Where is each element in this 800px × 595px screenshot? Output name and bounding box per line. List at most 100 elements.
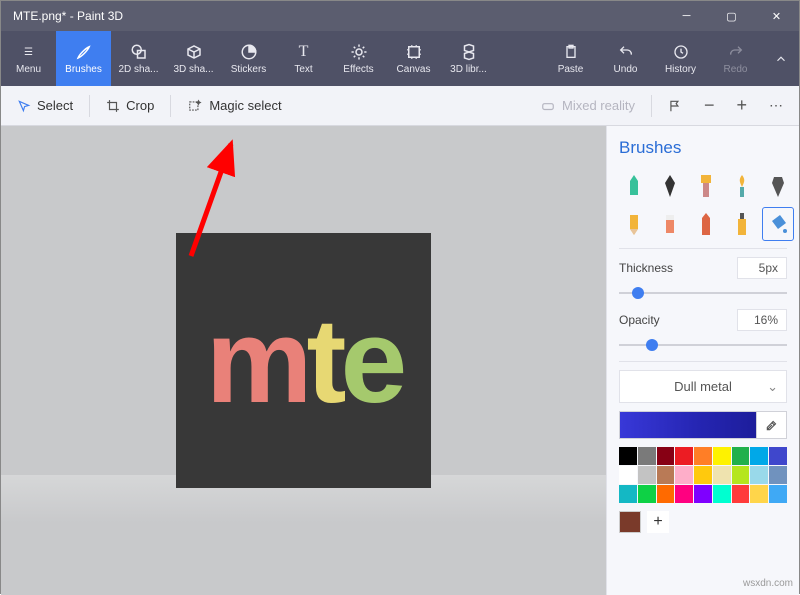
text-icon: T <box>294 42 314 62</box>
magic-select-tool[interactable]: Magic select <box>179 94 289 117</box>
flag-tool[interactable] <box>660 95 690 117</box>
color-swatch[interactable] <box>619 485 637 503</box>
watermark: wsxdn.com <box>743 578 793 589</box>
ribbon-paste[interactable]: Paste <box>543 31 598 86</box>
canvas-floor <box>1 475 606 595</box>
chevron-down-icon: ⌄ <box>767 379 778 395</box>
thickness-value[interactable]: 5px <box>737 257 787 279</box>
color-swatch[interactable] <box>619 447 637 465</box>
ribbon-2d-shapes[interactable]: 2D sha... <box>111 31 166 86</box>
toolbar: Select Crop Magic select Mixed reality −… <box>1 86 799 126</box>
color-swatch[interactable] <box>619 466 637 484</box>
crop-tool[interactable]: Crop <box>98 94 162 117</box>
eyedropper-button[interactable] <box>756 412 786 438</box>
thickness-row: Thickness 5px <box>619 257 787 279</box>
mixed-reality-tool: Mixed reality <box>532 94 643 117</box>
ribbon-effects[interactable]: Effects <box>331 31 386 86</box>
opacity-value[interactable]: 16% <box>737 309 787 331</box>
brush-pixel[interactable] <box>763 170 793 202</box>
color-swatch[interactable] <box>769 485 787 503</box>
zoom-out[interactable]: − <box>696 91 723 120</box>
artboard[interactable]: mte <box>176 233 431 488</box>
color-swatch[interactable] <box>675 447 693 465</box>
paste-icon <box>561 42 581 62</box>
color-swatch[interactable] <box>732 466 750 484</box>
canvas-viewport[interactable]: mte <box>1 126 606 595</box>
opacity-row: Opacity 16% <box>619 309 787 331</box>
color-swatch[interactable] <box>657 485 675 503</box>
color-swatch[interactable] <box>638 485 656 503</box>
title-bar: MTE.png* - Paint 3D ─ ▢ ✕ <box>1 1 799 31</box>
ribbon-undo[interactable]: Undo <box>598 31 653 86</box>
stickers-icon <box>239 42 259 62</box>
close-button[interactable]: ✕ <box>754 1 799 31</box>
brush-icon <box>74 42 94 62</box>
color-gradient[interactable] <box>619 411 787 439</box>
material-dropdown[interactable]: Dull metal⌄ <box>619 370 787 403</box>
select-tool[interactable]: Select <box>9 94 81 117</box>
color-swatch[interactable] <box>713 447 731 465</box>
ribbon-text[interactable]: TText <box>276 31 331 86</box>
panel-title: Brushes <box>619 138 787 158</box>
color-swatch[interactable] <box>657 466 675 484</box>
hamburger-icon: ☰ <box>19 42 39 62</box>
ribbon-3d-shapes[interactable]: 3D sha... <box>166 31 221 86</box>
color-swatch[interactable] <box>657 447 675 465</box>
brush-pencil[interactable] <box>619 208 649 240</box>
brush-crayon[interactable] <box>691 208 721 240</box>
ribbon-3d-library[interactable]: 3D libr... <box>441 31 496 86</box>
color-swatch[interactable] <box>732 447 750 465</box>
ribbon-history[interactable]: History <box>653 31 708 86</box>
more-menu[interactable]: ⋯ <box>761 93 791 118</box>
opacity-slider[interactable] <box>619 337 787 353</box>
thickness-slider[interactable] <box>619 285 787 301</box>
ribbon-redo: Redo <box>708 31 763 86</box>
ribbon-stickers[interactable]: Stickers <box>221 31 276 86</box>
canvas-icon <box>404 42 424 62</box>
zoom-in[interactable]: + <box>728 91 755 120</box>
color-swatch[interactable] <box>694 466 712 484</box>
opacity-label: Opacity <box>619 313 660 327</box>
color-swatch[interactable] <box>638 466 656 484</box>
ribbon: ☰Menu Brushes 2D sha... 3D sha... Sticke… <box>1 31 799 86</box>
ribbon-brushes[interactable]: Brushes <box>56 31 111 86</box>
color-swatch[interactable] <box>769 466 787 484</box>
shapes-3d-icon <box>184 42 204 62</box>
color-swatch[interactable] <box>694 447 712 465</box>
effects-icon <box>349 42 369 62</box>
color-swatch[interactable] <box>713 466 731 484</box>
ribbon-canvas[interactable]: Canvas <box>386 31 441 86</box>
color-swatch[interactable] <box>769 447 787 465</box>
color-swatch[interactable] <box>713 485 731 503</box>
brush-oil[interactable] <box>691 170 721 202</box>
color-swatch[interactable] <box>750 466 768 484</box>
brush-calligraphy[interactable] <box>655 170 685 202</box>
color-swatch[interactable] <box>750 447 768 465</box>
ribbon-collapse[interactable] <box>763 31 799 86</box>
brush-watercolor[interactable] <box>727 170 757 202</box>
color-palette <box>619 447 787 503</box>
shapes-2d-icon <box>129 42 149 62</box>
ribbon-menu[interactable]: ☰Menu <box>1 31 56 86</box>
window-title: MTE.png* - Paint 3D <box>13 9 664 23</box>
canvas-content: mte <box>206 301 401 421</box>
add-color-button[interactable]: + <box>647 511 669 533</box>
thickness-label: Thickness <box>619 261 673 275</box>
color-swatch[interactable] <box>675 485 693 503</box>
brush-eraser[interactable] <box>655 208 685 240</box>
color-swatch[interactable] <box>694 485 712 503</box>
color-swatch[interactable] <box>750 485 768 503</box>
undo-icon <box>616 42 636 62</box>
brush-marker[interactable] <box>619 170 649 202</box>
side-panel: Brushes Thickness 5px Opacity 16% Dull m… <box>606 126 799 595</box>
brush-fill[interactable] <box>763 208 793 240</box>
color-swatch[interactable] <box>675 466 693 484</box>
brush-spray[interactable] <box>727 208 757 240</box>
color-swatch[interactable] <box>732 485 750 503</box>
history-icon <box>671 42 691 62</box>
maximize-button[interactable]: ▢ <box>709 1 754 31</box>
minimize-button[interactable]: ─ <box>664 1 709 31</box>
library-icon <box>459 42 479 62</box>
color-swatch[interactable] <box>638 447 656 465</box>
custom-color-swatch[interactable] <box>619 511 641 533</box>
